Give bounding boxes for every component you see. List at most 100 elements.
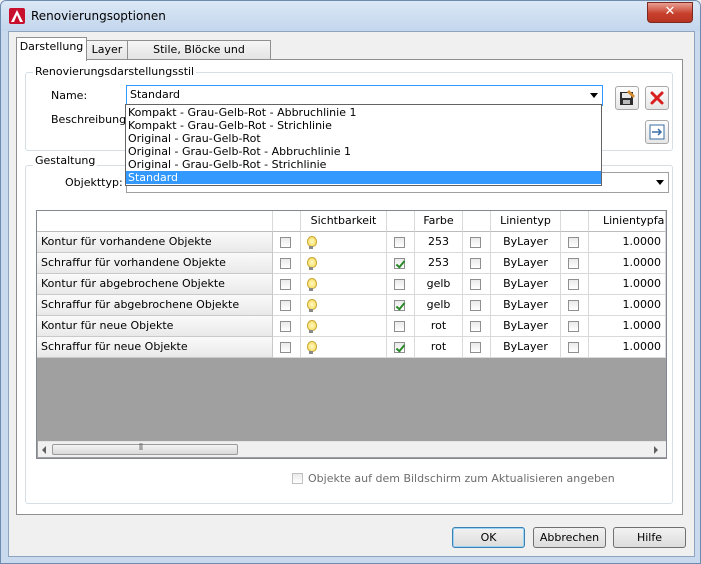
- ltfactor-override-checkbox[interactable]: [568, 237, 579, 248]
- grid-cell[interactable]: [463, 253, 491, 274]
- grid-cell[interactable]: [561, 337, 589, 358]
- grid-cell[interactable]: [387, 253, 415, 274]
- ltfactor-override-checkbox[interactable]: [568, 342, 579, 353]
- grid-cell[interactable]: ByLayer: [491, 295, 561, 316]
- color-override-checkbox[interactable]: [394, 237, 405, 248]
- grid-cell[interactable]: [387, 274, 415, 295]
- grid-cell[interactable]: [561, 316, 589, 337]
- grid-cell[interactable]: 1.0000: [589, 295, 666, 316]
- linetype-value: ByLayer: [503, 235, 548, 248]
- grid-cell[interactable]: [273, 232, 301, 253]
- ok-button[interactable]: OK: [452, 527, 525, 548]
- chevron-down-icon: [590, 93, 598, 98]
- grid-cell[interactable]: [387, 295, 415, 316]
- linetype-value: ByLayer: [503, 319, 548, 332]
- ltfactor-override-checkbox[interactable]: [568, 300, 579, 311]
- grid-cell[interactable]: ByLayer: [491, 274, 561, 295]
- grid-cell[interactable]: [561, 232, 589, 253]
- grid-cell[interactable]: [301, 232, 387, 253]
- dropdown-option[interactable]: Kompakt - Grau-Gelb-Rot - Strichlinie: [126, 119, 601, 132]
- color-override-checkbox[interactable]: [394, 342, 405, 353]
- grid-cell[interactable]: gelb: [415, 295, 463, 316]
- column-header-visibility: Sichtbarkeit: [301, 211, 387, 232]
- grid-cell[interactable]: [301, 316, 387, 337]
- scroll-right-icon[interactable]: [654, 446, 658, 454]
- grid-cell[interactable]: 1.0000: [589, 253, 666, 274]
- grid-cell[interactable]: rot: [415, 337, 463, 358]
- delete-style-button[interactable]: [645, 86, 669, 110]
- color-override-checkbox[interactable]: [394, 279, 405, 290]
- window-close-button[interactable]: ✕: [647, 2, 693, 23]
- grid-cell[interactable]: [561, 274, 589, 295]
- grid-cell[interactable]: [273, 253, 301, 274]
- color-override-checkbox[interactable]: [394, 258, 405, 269]
- dropdown-option[interactable]: Original - Grau-Gelb-Rot - Strichlinie: [126, 158, 601, 171]
- color-override-checkbox[interactable]: [394, 300, 405, 311]
- save-style-button[interactable]: [615, 86, 639, 110]
- grid-cell[interactable]: [273, 316, 301, 337]
- dropdown-option[interactable]: Original - Grau-Gelb-Rot: [126, 132, 601, 145]
- ltfactor-override-checkbox[interactable]: [568, 279, 579, 290]
- grid-cell[interactable]: [463, 316, 491, 337]
- import-style-button[interactable]: [645, 120, 669, 144]
- grid-cell[interactable]: 253: [415, 253, 463, 274]
- tab-darstellung[interactable]: Darstellung: [16, 37, 87, 61]
- tab-stile-bloecke-materialien[interactable]: Stile, Blöcke und Materialien: [127, 40, 271, 74]
- style-name-combobox[interactable]: Standard: [126, 85, 603, 106]
- visibility-override-checkbox[interactable]: [280, 300, 291, 311]
- scroll-left-icon[interactable]: [42, 446, 46, 454]
- grid-cell[interactable]: [273, 337, 301, 358]
- dropdown-option[interactable]: Kompakt - Grau-Gelb-Rot - Abbruchlinie 1: [126, 106, 601, 119]
- visibility-override-checkbox[interactable]: [280, 279, 291, 290]
- grid-cell[interactable]: [561, 295, 589, 316]
- grid-cell[interactable]: [301, 295, 387, 316]
- visibility-override-checkbox[interactable]: [280, 237, 291, 248]
- grid-cell[interactable]: [301, 274, 387, 295]
- grid-cell[interactable]: [387, 232, 415, 253]
- grid-cell[interactable]: [387, 337, 415, 358]
- grid-cell[interactable]: ByLayer: [491, 232, 561, 253]
- grid-cell[interactable]: [463, 232, 491, 253]
- linetype-override-checkbox[interactable]: [470, 258, 481, 269]
- dropdown-option[interactable]: Original - Grau-Gelb-Rot - Abbruchlinie …: [126, 145, 601, 158]
- grid-cell[interactable]: 1.0000: [589, 337, 666, 358]
- grid-cell[interactable]: 1.0000: [589, 316, 666, 337]
- linetype-override-checkbox[interactable]: [470, 321, 481, 332]
- grid-cell[interactable]: [463, 274, 491, 295]
- tab-layer[interactable]: Layer: [85, 40, 129, 60]
- grid-cell[interactable]: 253: [415, 232, 463, 253]
- grid-cell[interactable]: [301, 337, 387, 358]
- grid-cell[interactable]: 1.0000: [589, 274, 666, 295]
- visibility-override-checkbox[interactable]: [280, 342, 291, 353]
- grid-horizontal-scrollbar[interactable]: ⦀: [38, 441, 666, 457]
- visibility-override-checkbox[interactable]: [280, 321, 291, 332]
- grid-cell[interactable]: [463, 337, 491, 358]
- scrollbar-thumb[interactable]: ⦀: [52, 443, 238, 455]
- ltfactor-override-checkbox[interactable]: [568, 321, 579, 332]
- help-button[interactable]: Hilfe: [613, 527, 686, 548]
- linetype-override-checkbox[interactable]: [470, 300, 481, 311]
- linetype-override-checkbox[interactable]: [470, 237, 481, 248]
- renovation-properties-grid: Sichtbarkeit Farbe Linientyp Linientypfa…: [36, 210, 667, 459]
- refresh-objects-checkbox[interactable]: [292, 473, 303, 484]
- grid-cell[interactable]: [463, 295, 491, 316]
- linetype-override-checkbox[interactable]: [470, 342, 481, 353]
- grid-cell[interactable]: [273, 274, 301, 295]
- grid-cell[interactable]: [561, 253, 589, 274]
- ltfactor-override-checkbox[interactable]: [568, 258, 579, 269]
- grid-cell[interactable]: rot: [415, 316, 463, 337]
- visibility-override-checkbox[interactable]: [280, 258, 291, 269]
- grid-cell[interactable]: [387, 316, 415, 337]
- grid-cell[interactable]: 1.0000: [589, 232, 666, 253]
- color-override-checkbox[interactable]: [394, 321, 405, 332]
- grid-cell[interactable]: [273, 295, 301, 316]
- grid-cell[interactable]: gelb: [415, 274, 463, 295]
- grid-cell[interactable]: ByLayer: [491, 316, 561, 337]
- grid-cell[interactable]: [301, 253, 387, 274]
- linetype-override-checkbox[interactable]: [470, 279, 481, 290]
- dropdown-option[interactable]: Standard: [126, 171, 601, 184]
- grid-cell[interactable]: ByLayer: [491, 253, 561, 274]
- grid-cell[interactable]: ByLayer: [491, 337, 561, 358]
- cancel-button[interactable]: Abbrechen: [533, 527, 606, 548]
- ltfactor-value: 1.0000: [622, 298, 662, 311]
